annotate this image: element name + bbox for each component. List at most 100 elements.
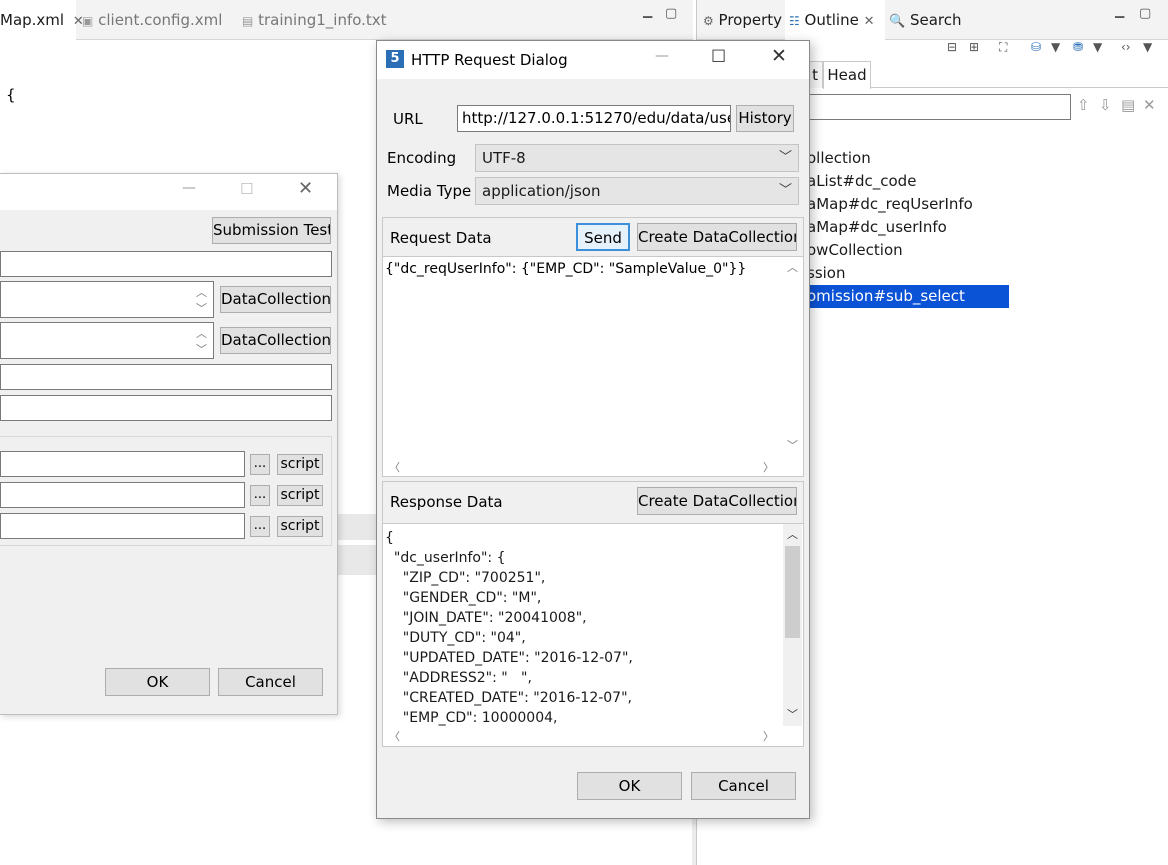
submission-textarea-1[interactable]: ︿ ﹀ xyxy=(0,281,214,318)
expand-all-icon[interactable]: ⊞ xyxy=(969,40,979,54)
tab-outline[interactable]: ☷ Outline ✕ xyxy=(785,0,885,40)
scroll-right-icon[interactable]: 〉 xyxy=(763,728,774,744)
minimize-icon[interactable]: ▁ xyxy=(643,4,652,18)
ok-button[interactable]: OK xyxy=(577,772,682,800)
submission-field[interactable] xyxy=(0,395,332,421)
scroll-left-icon[interactable]: 〈 xyxy=(389,728,400,744)
script-field[interactable] xyxy=(0,513,245,539)
ellipsis-button[interactable]: ... xyxy=(250,516,270,537)
tree-item-selected[interactable]: omission#sub_select xyxy=(807,285,1009,308)
datacollection-button[interactable]: DataCollection xyxy=(220,286,331,313)
script-button[interactable]: script xyxy=(277,485,323,506)
submission-field[interactable] xyxy=(0,364,332,390)
minimize-icon[interactable]: ▁ xyxy=(1115,4,1124,18)
scroll-right-icon[interactable]: 〉 xyxy=(763,459,774,475)
ok-button[interactable]: OK xyxy=(105,668,210,696)
submission-field[interactable] xyxy=(0,251,332,277)
submission-textarea-2[interactable]: ︿ ﹀ xyxy=(0,322,214,359)
maximize-icon[interactable]: ☐ xyxy=(711,47,726,67)
scroll-down-icon[interactable]: ﹀ xyxy=(787,706,798,722)
tab-client-config[interactable]: ▣ client.config.xml xyxy=(82,0,222,40)
ellipsis-button[interactable]: ... xyxy=(250,485,270,506)
outline-filter-input[interactable] xyxy=(807,94,1071,120)
scroll-down-icon[interactable]: ﹀ xyxy=(196,300,207,316)
tab-training-info[interactable]: ▤ training1_info.txt xyxy=(242,0,387,40)
script-button[interactable]: script xyxy=(277,516,323,537)
chevron-down-icon[interactable]: ▼ xyxy=(1051,40,1060,54)
scroll-down-icon[interactable]: ﹀ xyxy=(787,437,798,453)
media-type-select[interactable]: application/json ﹀ xyxy=(475,177,799,205)
scroll-up-icon[interactable]: ︿ xyxy=(196,325,207,341)
history-button[interactable]: History xyxy=(736,105,794,132)
ellipsis-button[interactable]: ... xyxy=(250,454,270,475)
list-icon[interactable]: ▤ xyxy=(1121,96,1135,114)
scroll-left-icon[interactable]: 〈 xyxy=(389,459,400,475)
response-line: "CREATED_DATE": "2016-12-07", xyxy=(385,690,632,706)
request-body-textarea[interactable]: {"dc_reqUserInfo": {"EMP_CD": "SampleVal… xyxy=(383,256,803,476)
send-button[interactable]: Send xyxy=(576,223,630,251)
script-button[interactable]: script xyxy=(277,454,323,475)
maximize-icon[interactable]: ▢ xyxy=(665,6,677,21)
close-icon[interactable]: ✕ xyxy=(298,178,313,199)
minimize-icon[interactable]: — xyxy=(655,48,669,64)
arrow-up-icon[interactable]: ⇧ xyxy=(1077,96,1090,114)
tree-item[interactable]: ssion xyxy=(807,262,845,285)
response-data-label: Response Data xyxy=(390,493,503,511)
response-line: "dc_userInfo": { xyxy=(385,550,506,566)
database-icon[interactable]: ⛁ xyxy=(1031,40,1041,54)
cancel-button[interactable]: Cancel xyxy=(218,668,323,696)
url-label: URL xyxy=(393,110,423,128)
filter-icon[interactable]: ⛃ xyxy=(1073,40,1083,54)
submission-test-button[interactable]: Submission Test xyxy=(212,217,331,244)
maximize-icon[interactable]: ▢ xyxy=(1139,6,1151,21)
link-icon[interactable]: ⛶ xyxy=(999,40,1007,55)
scroll-up-icon[interactable]: ︿ xyxy=(787,259,798,275)
response-line: "ADDRESS2": " ", xyxy=(385,670,532,686)
tab-label: Search xyxy=(909,11,962,29)
request-body-text: {"dc_reqUserInfo": {"EMP_CD": "SampleVal… xyxy=(385,261,747,277)
datacollection-button[interactable]: DataCollection xyxy=(220,327,331,354)
xml-file-icon: ▣ xyxy=(82,14,94,28)
encoding-label: Encoding xyxy=(387,149,457,167)
cancel-button[interactable]: Cancel xyxy=(691,772,796,800)
chevron-down-icon[interactable]: ▼ xyxy=(1093,40,1102,54)
response-body-text: { "dc_userInfo": { "ZIP_CD": "700251", "… xyxy=(385,528,777,728)
tab-search[interactable]: 🔍 Search xyxy=(889,0,962,40)
tree-item[interactable]: aList#dc_code xyxy=(807,170,916,193)
scrollbar-thumb[interactable] xyxy=(785,546,800,638)
tab-label: training1_info.txt xyxy=(258,11,387,29)
tab-property[interactable]: ⚙ Property xyxy=(703,0,782,40)
text-file-icon: ▤ xyxy=(242,14,254,28)
scroll-down-icon[interactable]: ﹀ xyxy=(196,341,207,357)
scroll-up-icon[interactable]: ︿ xyxy=(787,526,798,542)
tab-label: client.config.xml xyxy=(98,11,223,29)
script-field[interactable] xyxy=(0,482,245,508)
tree-item[interactable]: aMap#dc_userInfo xyxy=(807,216,947,239)
clear-icon[interactable]: ✕ xyxy=(1143,96,1156,114)
tree-item[interactable]: owCollection xyxy=(807,239,903,262)
close-icon[interactable]: ✕ xyxy=(771,45,787,67)
url-input[interactable]: http://127.0.0.1:51270/edu/data/userInfo xyxy=(457,105,731,132)
vertical-scrollbar[interactable]: ︿ ﹀ xyxy=(783,524,802,726)
encoding-select[interactable]: UTF-8 ﹀ xyxy=(475,144,799,172)
script-group: ... script ... script ... script xyxy=(0,436,332,546)
code-icon[interactable]: ‹› xyxy=(1121,40,1131,54)
tree-item[interactable]: ollection xyxy=(807,147,871,170)
create-datacollection-response-button[interactable]: Create DataCollection xyxy=(637,487,797,515)
response-line: "EMP_CD": 10000004, xyxy=(385,710,558,726)
create-datacollection-request-button[interactable]: Create DataCollection xyxy=(637,223,797,251)
collapse-all-icon[interactable]: ⊟ xyxy=(947,40,957,54)
tab-label: Property xyxy=(718,11,783,29)
request-data-group: Request Data Send Create DataCollection … xyxy=(382,217,804,477)
chevron-down-icon[interactable]: ▼ xyxy=(1143,40,1152,54)
subtab-head[interactable]: Head xyxy=(823,61,871,89)
script-field[interactable] xyxy=(0,451,245,477)
arrow-down-icon[interactable]: ⇩ xyxy=(1099,96,1112,114)
maximize-icon[interactable]: ☐ xyxy=(240,180,253,198)
response-body-textarea[interactable]: { "dc_userInfo": { "ZIP_CD": "700251", "… xyxy=(383,523,803,746)
tab-map-xml[interactable]: Map.xml ✕ xyxy=(0,0,84,40)
tree-item[interactable]: aMap#dc_reqUserInfo xyxy=(807,193,973,216)
minimize-icon[interactable]: — xyxy=(182,180,196,196)
scroll-up-icon[interactable]: ︿ xyxy=(196,284,207,300)
close-icon[interactable]: ✕ xyxy=(864,14,875,29)
